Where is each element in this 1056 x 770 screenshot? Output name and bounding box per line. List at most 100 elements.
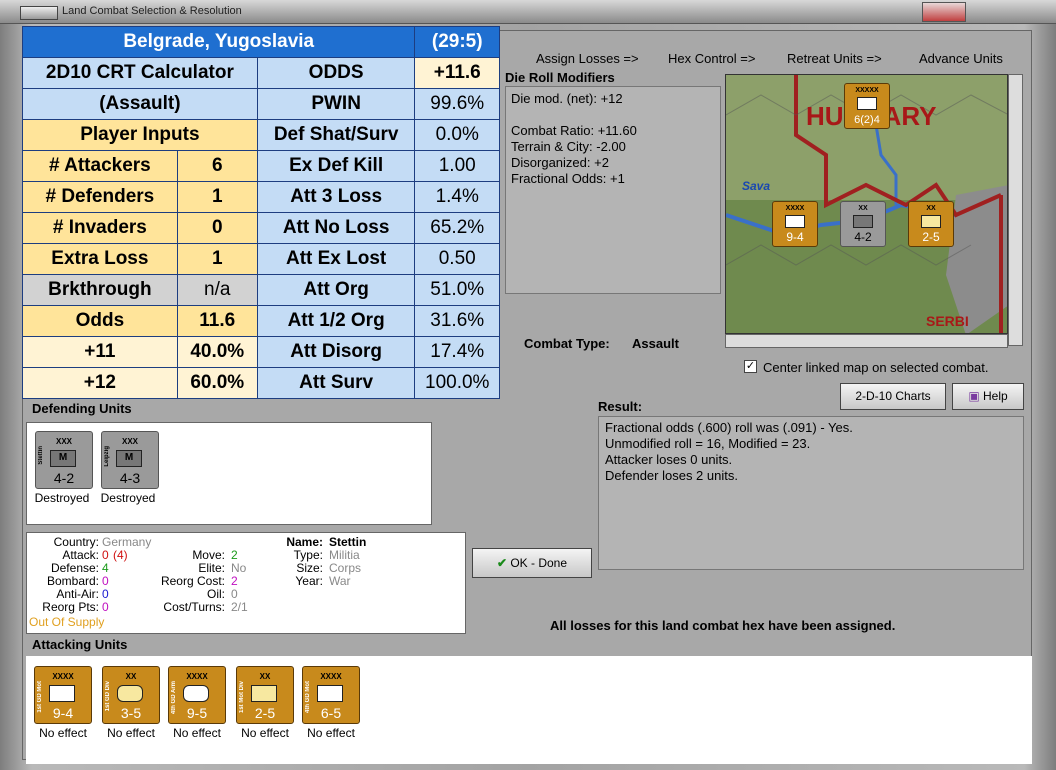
map-country-label-2: SERBI [926, 313, 969, 329]
attacking-unit[interactable]: XXXX 1st GD Mot 9-4 [34, 666, 92, 724]
unit-strength: 6-5 [320, 705, 342, 721]
help-button[interactable]: ▣ Help [952, 383, 1024, 410]
help-label: Help [983, 389, 1008, 403]
stat-value: 51.0% [414, 274, 500, 306]
unit-size: XXXX [52, 672, 74, 681]
defending-unit[interactable]: XXX Stettin M 4-2 [35, 431, 93, 489]
defending-units-heading: Defending Units [32, 401, 132, 416]
input-label: Odds [22, 305, 178, 337]
reorg-cost-value: 2 [231, 574, 238, 588]
bombard-label: Bombard: [46, 574, 99, 588]
armor-icon [183, 685, 209, 702]
modifier-line: Fractional Odds: +1 [511, 171, 625, 186]
system-menu-button[interactable] [20, 6, 58, 20]
stat-value: 99.6% [414, 88, 500, 120]
input-value: 60.0% [176, 367, 258, 399]
result-line: Attacker loses 0 units. [605, 452, 733, 467]
stat-label: Def Shat/Surv [256, 119, 416, 151]
stat-label: PWIN [256, 88, 416, 120]
attacking-unit[interactable]: XX 1st GD Div 3-5 [102, 666, 160, 724]
input-value: n/a [176, 274, 258, 306]
center-map-label: Center linked map on selected combat. [763, 360, 989, 375]
militia-icon: M [116, 450, 142, 467]
book-icon: ▣ [968, 389, 980, 403]
stat-label: Att Ex Lost [256, 243, 416, 275]
reorg-pts-value: 0 [102, 600, 109, 614]
map-vertical-scrollbar[interactable] [1008, 74, 1023, 346]
militia-icon: M [50, 450, 76, 467]
bombard-value: 0 [102, 574, 109, 588]
defending-unit[interactable]: XXX Leipzig M 4-3 [101, 431, 159, 489]
year-label: Year: [295, 574, 323, 588]
input-value[interactable]: 6 [176, 150, 258, 182]
move-value: 2 [231, 548, 238, 562]
assign-losses-step[interactable]: Assign Losses => [536, 51, 639, 66]
country-value: Germany [102, 535, 152, 549]
year-value: War [329, 574, 351, 588]
unit-status: No effect [241, 726, 289, 740]
map-unit[interactable]: XXXXX 6(2)4 [844, 83, 890, 129]
window-title: Land Combat Selection & Resolution [62, 5, 242, 17]
input-label: Extra Loss [22, 243, 178, 275]
map-horizontal-scrollbar[interactable] [725, 334, 1008, 348]
unit-status: No effect [307, 726, 355, 740]
turn-date: (29:5) [414, 26, 500, 58]
oil-label: Oil: [207, 587, 225, 601]
elite-label: Elite: [198, 561, 225, 575]
stat-label: Ex Def Kill [256, 150, 416, 182]
attack-label: Attack: [62, 548, 99, 562]
hex-control-step[interactable]: Hex Control => [668, 51, 755, 66]
attacking-unit[interactable]: XX 1st Mot Div 2-5 [236, 666, 294, 724]
unit-size: XX [259, 672, 271, 681]
stat-label: Att No Loss [256, 212, 416, 244]
hq-icon [857, 97, 877, 110]
input-value[interactable]: 0 [176, 212, 258, 244]
ok-label: OK - Done [510, 556, 568, 570]
result-line: Fractional odds (.600) roll was (.091) -… [605, 420, 853, 435]
unit-size: XXXX [186, 672, 208, 681]
checkmark-icon: ✔ [496, 556, 507, 570]
cost-turns-value: 2/1 [231, 600, 248, 614]
reorg-pts-label: Reorg Pts: [42, 600, 99, 614]
supply-status: Out Of Supply [29, 615, 105, 629]
modifiers-box: Die mod. (net): +12 Combat Ratio: +11.60… [505, 86, 721, 294]
result-box: Fractional odds (.600) roll was (.091) -… [598, 416, 1024, 570]
advance-units-step[interactable]: Advance Units [919, 51, 1003, 66]
unit-name: Leipzig [104, 446, 110, 467]
ok-done-button[interactable]: ✔ OK - Done [472, 548, 592, 578]
modifier-line: Terrain & City: -2.00 [511, 139, 626, 154]
center-map-checkbox[interactable]: ✓ [744, 360, 757, 373]
type-value: Militia [329, 548, 360, 562]
result-heading: Result: [598, 399, 643, 414]
input-value: 11.6 [176, 305, 258, 337]
armor-icon [117, 685, 143, 702]
nation-flag-icon [922, 2, 966, 22]
input-value[interactable]: 1 [176, 243, 258, 275]
attacking-unit[interactable]: XXXX 4th GD Arm 9-5 [168, 666, 226, 724]
unit-name: Stettin [38, 446, 44, 465]
stat-label: Att 1/2 Org [256, 305, 416, 337]
title-bar[interactable]: Land Combat Selection & Resolution [0, 0, 1056, 24]
stat-label: Att 3 Loss [256, 181, 416, 213]
motorized-icon [921, 215, 941, 228]
unit-size: XX [125, 672, 137, 681]
stat-value: 0.0% [414, 119, 500, 151]
map-unit[interactable]: XX 2-5 [908, 201, 954, 247]
input-label: # Attackers [22, 150, 178, 182]
map-unit[interactable]: XXXX 9-4 [772, 201, 818, 247]
input-value[interactable]: 1 [176, 181, 258, 213]
unit-size: XXXX [785, 205, 805, 212]
defense-label: Defense: [50, 561, 99, 575]
location-title: Belgrade, Yugoslavia [21, 26, 416, 58]
stat-value: 1.00 [414, 150, 500, 182]
unit-strength: 2-5 [922, 230, 940, 244]
attacking-unit[interactable]: XXXX 4th GD Mot 6-5 [302, 666, 360, 724]
attacking-units-heading: Attacking Units [32, 637, 128, 652]
calc-subtitle: (Assault) [22, 88, 258, 120]
anti-air-label: Anti-Air: [56, 587, 99, 601]
retreat-units-step[interactable]: Retreat Units => [787, 51, 882, 66]
crt-charts-button[interactable]: 2-D-10 Charts [840, 383, 946, 410]
map-unit-defender[interactable]: XX 4-2 [840, 201, 886, 247]
linked-map[interactable]: HUNGARY SERBI Sava XXXX 9-4 XX 4-2 XX 2-… [725, 74, 1008, 334]
stat-value: 17.4% [414, 336, 500, 368]
